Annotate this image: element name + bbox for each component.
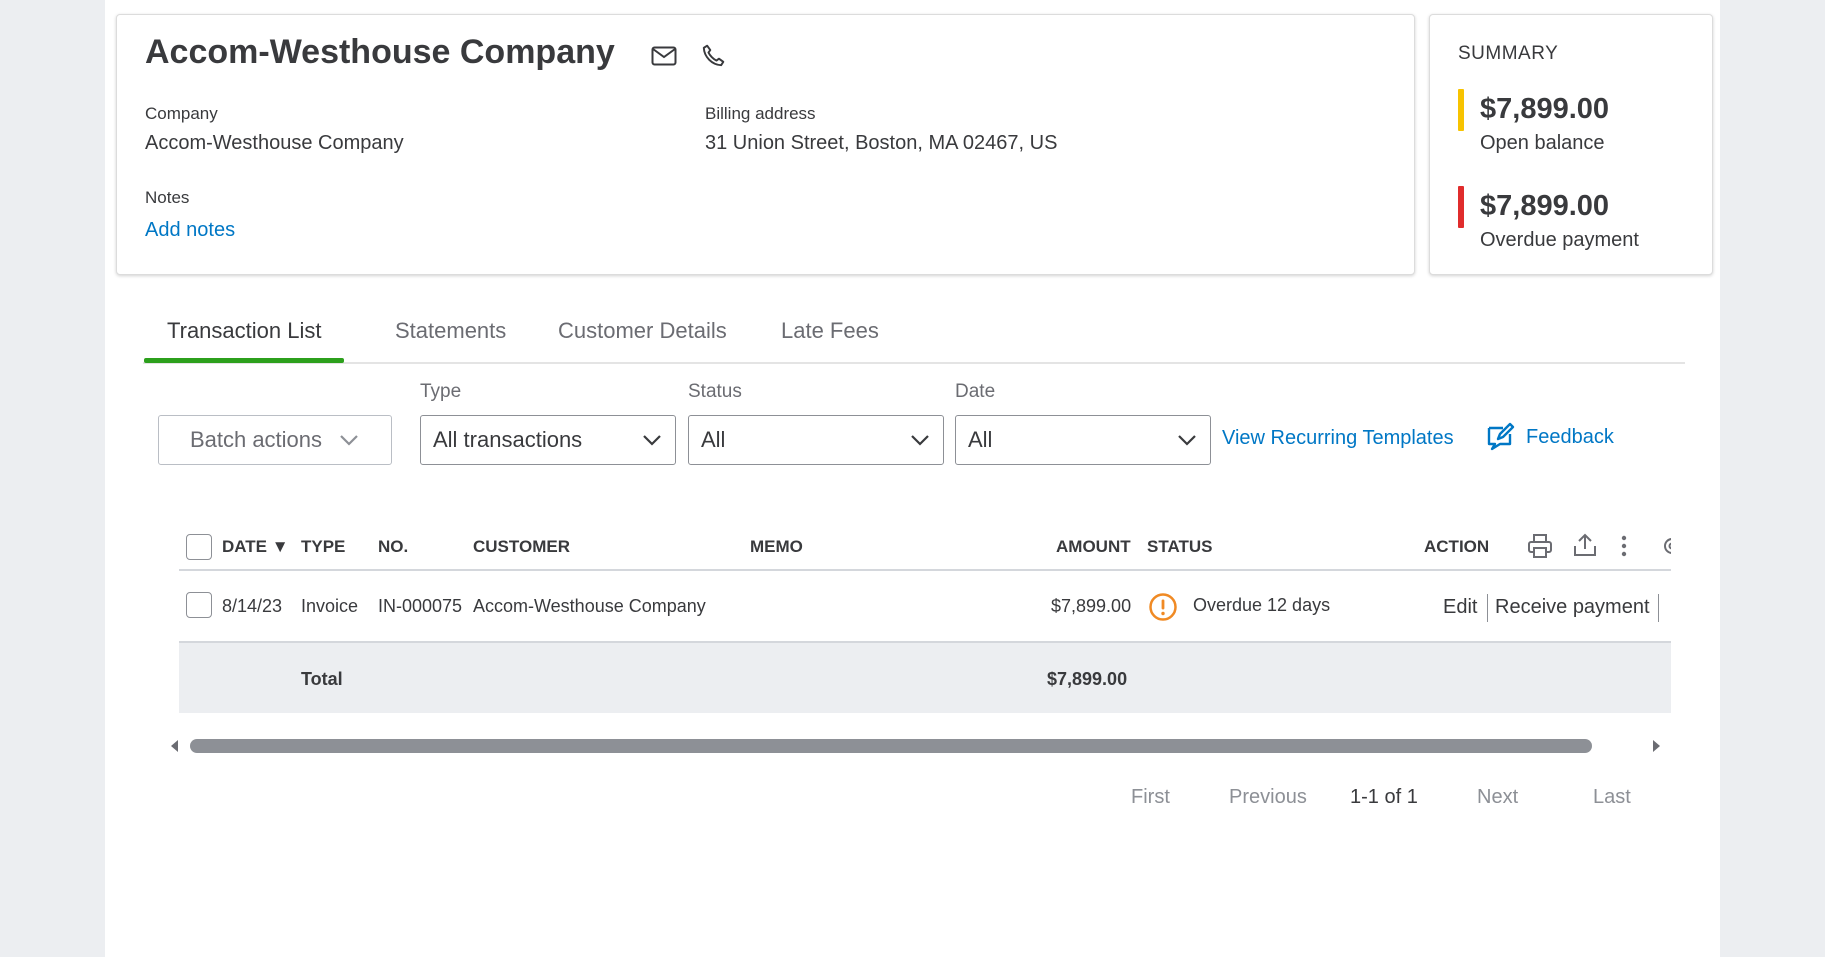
overdue-amount: $7,899.00 bbox=[1480, 190, 1610, 222]
open-balance-label: Open balance bbox=[1480, 132, 1605, 154]
pagination-last[interactable]: Last bbox=[1593, 786, 1631, 809]
type-filter-dropdown[interactable]: All transactions bbox=[420, 415, 676, 465]
pagination-previous[interactable]: Previous bbox=[1229, 786, 1307, 809]
row-number: IN-000075 bbox=[378, 596, 463, 616]
add-notes-link[interactable]: Add notes bbox=[145, 219, 235, 242]
column-header-type: TYPE bbox=[301, 537, 346, 556]
company-label: Company bbox=[145, 104, 218, 123]
action-divider bbox=[1658, 594, 1659, 622]
column-header-action: ACTION bbox=[1424, 537, 1490, 556]
date-filter-label: Date bbox=[955, 381, 996, 402]
status-filter-value: All bbox=[701, 427, 726, 452]
overdue-label: Overdue payment bbox=[1480, 229, 1639, 251]
edit-link[interactable]: Edit bbox=[1443, 596, 1477, 619]
tab-transaction-list[interactable]: Transaction List bbox=[144, 318, 345, 363]
date-filter-value: All bbox=[968, 427, 993, 452]
chevron-down-icon bbox=[911, 435, 929, 446]
tab-late-fees[interactable]: Late Fees bbox=[758, 318, 902, 360]
receive-payment-link[interactable]: Receive payment bbox=[1495, 596, 1650, 619]
scroll-left-arrow-icon[interactable] bbox=[170, 740, 180, 752]
column-header-status: STATUS bbox=[1147, 537, 1213, 556]
row-checkbox[interactable] bbox=[186, 592, 212, 618]
customer-name: Accom-Westhouse Company bbox=[145, 33, 615, 71]
total-row bbox=[179, 643, 1671, 713]
batch-actions-label: Batch actions bbox=[189, 427, 323, 452]
scroll-right-arrow-icon[interactable] bbox=[1651, 740, 1661, 752]
column-header-amount: AMOUNT bbox=[1056, 537, 1131, 556]
column-header-customer: CUSTOMER bbox=[473, 537, 570, 556]
row-amount: $7,899.00 bbox=[1051, 596, 1132, 616]
feedback-icon bbox=[1487, 422, 1515, 451]
status-filter-dropdown[interactable]: All bbox=[688, 415, 944, 465]
total-label: Total bbox=[301, 669, 343, 689]
select-all-checkbox[interactable] bbox=[186, 534, 212, 560]
column-header-date[interactable]: DATE ▼ bbox=[222, 537, 289, 557]
print-icon[interactable] bbox=[1527, 533, 1553, 564]
row-status: Overdue 12 days bbox=[1193, 595, 1331, 615]
warning-icon bbox=[1148, 592, 1178, 627]
summary-title: SUMMARY bbox=[1458, 43, 1559, 64]
chevron-down-icon bbox=[340, 435, 358, 446]
customer-card: Accom-Westhouse Company Company Accom-We… bbox=[116, 14, 1415, 275]
row-type: Invoice bbox=[301, 596, 359, 616]
feedback-label: Feedback bbox=[1526, 425, 1614, 448]
more-options-icon[interactable] bbox=[1619, 534, 1629, 563]
export-icon[interactable] bbox=[1572, 532, 1598, 563]
tab-customer-details[interactable]: Customer Details bbox=[535, 318, 750, 360]
type-filter-value: All transactions bbox=[433, 427, 583, 452]
column-header-no: NO. bbox=[378, 537, 409, 556]
tab-statements[interactable]: Statements bbox=[372, 318, 529, 360]
overdue-indicator bbox=[1458, 186, 1464, 228]
action-divider bbox=[1487, 594, 1488, 622]
tab-bar: Transaction List Statements Customer Det… bbox=[143, 310, 1685, 364]
open-balance-amount: $7,899.00 bbox=[1480, 93, 1610, 125]
pagination-next[interactable]: Next bbox=[1477, 786, 1518, 809]
mail-icon[interactable] bbox=[649, 41, 679, 71]
scrollbar-thumb[interactable] bbox=[190, 739, 1592, 753]
row-customer: Accom-Westhouse Company bbox=[473, 596, 706, 616]
summary-card: SUMMARY $7,899.00 Open balance $7,899.00… bbox=[1429, 14, 1713, 275]
horizontal-scrollbar[interactable] bbox=[160, 734, 1671, 758]
pagination-first[interactable]: First bbox=[1131, 786, 1170, 809]
feedback-button[interactable]: Feedback bbox=[1484, 421, 1614, 453]
chevron-down-icon bbox=[1178, 435, 1196, 446]
batch-actions-dropdown[interactable]: Batch actions bbox=[158, 415, 392, 465]
type-filter-label: Type bbox=[420, 381, 462, 402]
table-header-divider bbox=[179, 569, 1671, 571]
total-amount: $7,899.00 bbox=[1047, 669, 1128, 689]
open-balance-indicator bbox=[1458, 89, 1464, 131]
status-filter-label: Status bbox=[688, 381, 742, 402]
column-header-memo: MEMO bbox=[750, 537, 803, 556]
chevron-down-icon bbox=[643, 435, 661, 446]
billing-address-label: Billing address bbox=[705, 104, 816, 123]
notes-label: Notes bbox=[145, 188, 190, 207]
row-date: 8/14/23 bbox=[222, 596, 283, 616]
billing-address-value: 31 Union Street, Boston, MA 02467, US bbox=[705, 132, 1058, 154]
pagination-range: 1-1 of 1 bbox=[1350, 786, 1418, 808]
settings-icon[interactable] bbox=[1660, 535, 1671, 557]
phone-icon[interactable] bbox=[698, 41, 728, 71]
view-recurring-templates-link[interactable]: View Recurring Templates bbox=[1222, 427, 1454, 450]
company-value: Accom-Westhouse Company bbox=[145, 132, 404, 154]
date-filter-dropdown[interactable]: All bbox=[955, 415, 1211, 465]
